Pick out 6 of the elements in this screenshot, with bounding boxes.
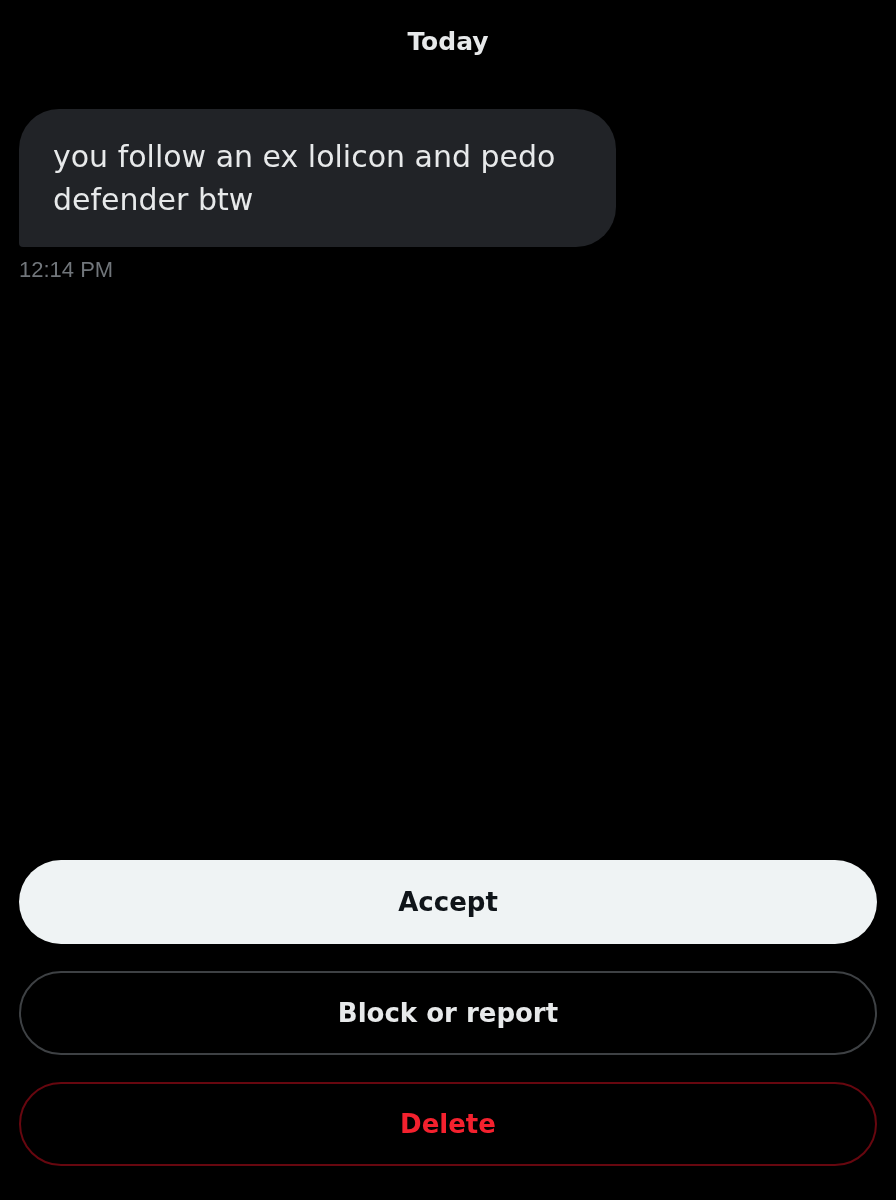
message-bubble: you follow an ex lolicon and pedo defender btw (19, 109, 616, 247)
message-time: 12:14 PM (19, 257, 114, 283)
accept-button[interactable]: Accept (19, 860, 877, 944)
date-divider: Today (407, 26, 489, 58)
delete-button[interactable]: Delete (19, 1082, 877, 1166)
block-report-button[interactable]: Block or report (19, 971, 877, 1055)
